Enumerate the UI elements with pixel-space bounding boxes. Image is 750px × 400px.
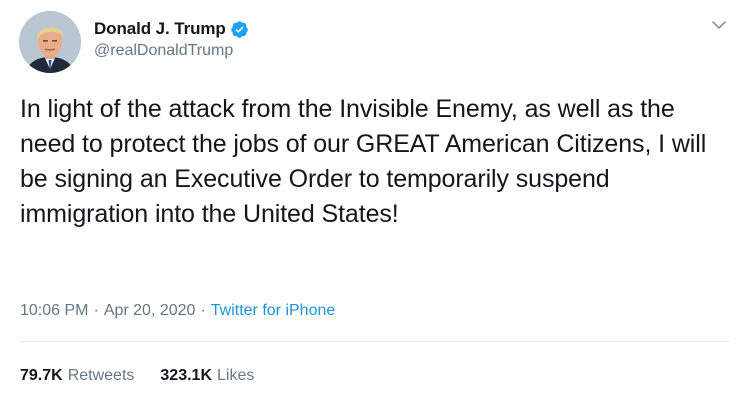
tweet-date[interactable]: Apr 20, 2020 (104, 302, 196, 320)
tweet-time[interactable]: 10:06 PM (20, 302, 88, 320)
tweet-source-link[interactable]: Twitter for iPhone (211, 302, 336, 320)
retweets-count: 79.7K (20, 367, 63, 384)
likes-label: Likes (217, 367, 255, 384)
verified-badge-icon (230, 20, 249, 39)
meta-separator: · (200, 302, 206, 319)
avatar[interactable] (19, 11, 81, 73)
likes-stat[interactable]: 323.1K Likes (160, 367, 254, 385)
chevron-down-icon[interactable] (708, 14, 730, 36)
divider (20, 341, 730, 342)
author-handle[interactable]: @realDonaldTrump (94, 42, 233, 60)
likes-count: 323.1K (160, 367, 212, 384)
tweet-text: In light of the attack from the Invisibl… (20, 95, 707, 228)
tweet-card: Donald J. Trump @realDonaldTrump In ligh… (0, 0, 750, 400)
meta-separator: · (93, 302, 99, 319)
tweet-stats: 79.7K Retweets 323.1K Likes (20, 367, 254, 385)
retweets-label: Retweets (67, 367, 135, 384)
tweet-meta: 10:06 PM · Apr 20, 2020 · Twitter for iP… (20, 302, 335, 320)
retweets-stat[interactable]: 79.7K Retweets (20, 367, 134, 385)
avatar-image (19, 11, 81, 73)
author-name-row[interactable]: Donald J. Trump (94, 17, 249, 41)
author-display-name[interactable]: Donald J. Trump (94, 19, 226, 39)
